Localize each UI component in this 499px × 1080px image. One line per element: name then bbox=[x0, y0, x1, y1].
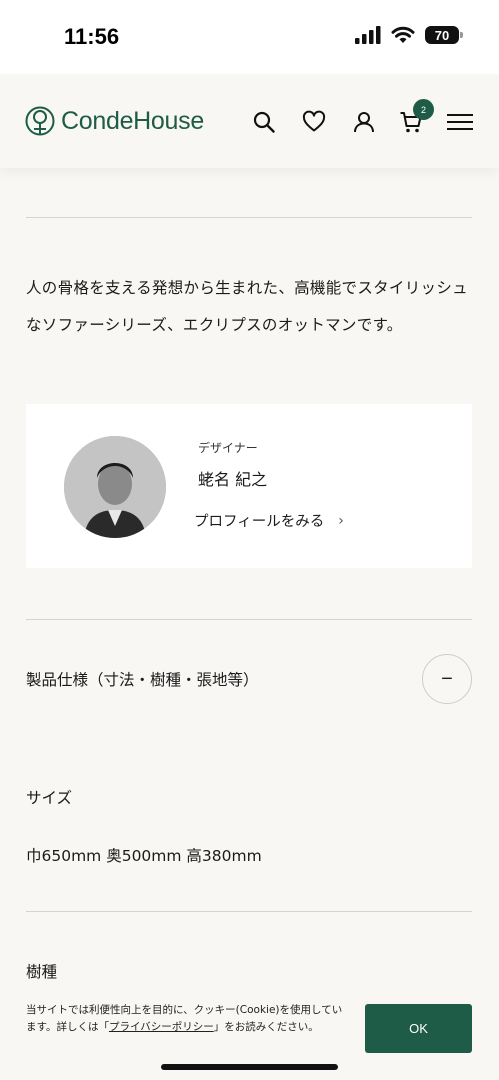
designer-profile-link[interactable]: プロフィールをみる › bbox=[194, 510, 344, 531]
divider bbox=[26, 217, 472, 218]
logo[interactable]: CondeHouse bbox=[25, 104, 204, 138]
chevron-right-icon: › bbox=[338, 512, 344, 529]
logo-text: CondeHouse bbox=[61, 106, 204, 135]
size-label: サイズ bbox=[26, 789, 73, 807]
signal-icon bbox=[355, 26, 381, 44]
spec-section-title[interactable]: 製品仕様（寸法・樹種・張地等） bbox=[26, 668, 259, 690]
designer-photo bbox=[64, 436, 166, 538]
size-value: 巾650mm 奥500mm 高380mm bbox=[26, 847, 262, 865]
cookie-ok-button[interactable]: OK bbox=[365, 1004, 472, 1053]
wood-species-label: 樹種 bbox=[26, 963, 58, 981]
minus-icon: − bbox=[441, 667, 453, 690]
battery-level: 70 bbox=[434, 27, 450, 43]
divider bbox=[26, 911, 472, 912]
status-bar: 11:56 70 bbox=[0, 0, 499, 74]
designer-profile-link-label: プロフィールをみる bbox=[194, 514, 325, 530]
cart-count-badge: 2 bbox=[413, 99, 434, 120]
cookie-notice-text: 当サイトでは利便性向上を目的に、クッキー(Cookie)を使用しています。詳しく… bbox=[26, 1002, 346, 1036]
site-header: CondeHouse 2 bbox=[0, 74, 499, 168]
divider bbox=[26, 619, 472, 620]
battery-indicator: 70 bbox=[425, 26, 463, 44]
home-indicator[interactable] bbox=[161, 1064, 338, 1070]
heart-icon[interactable] bbox=[302, 110, 326, 134]
search-icon[interactable] bbox=[252, 110, 276, 134]
condehouse-logo-icon bbox=[25, 106, 55, 136]
designer-card: デザイナー 蛯名 紀之 プロフィールをみる › bbox=[26, 404, 472, 568]
designer-name: 蛯名 紀之 bbox=[198, 470, 268, 489]
wifi-icon bbox=[391, 26, 415, 43]
designer-role-label: デザイナー bbox=[198, 441, 258, 455]
privacy-policy-link[interactable]: プライバシーポリシー bbox=[109, 1021, 214, 1033]
account-icon[interactable] bbox=[352, 110, 376, 134]
status-icons: 70 bbox=[355, 26, 463, 44]
product-description: 人の骨格を支える発想から生まれた、高機能でスタイリッシュなソファーシリーズ、エク… bbox=[26, 279, 468, 334]
collapse-spec-button[interactable]: − bbox=[422, 654, 472, 704]
cookie-text-after: 」をお読みください。 bbox=[213, 1021, 319, 1033]
menu-icon[interactable] bbox=[446, 110, 474, 134]
status-time: 11:56 bbox=[64, 24, 120, 49]
